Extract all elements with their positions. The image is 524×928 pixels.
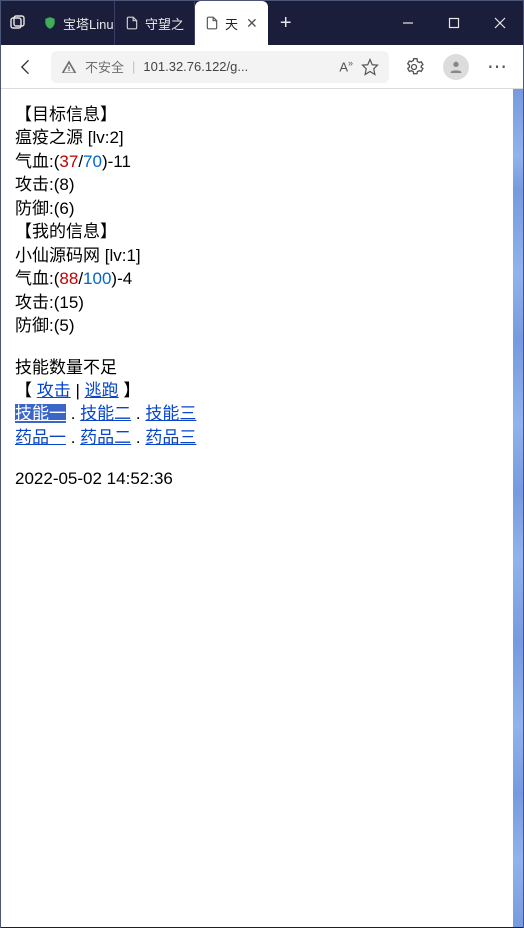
back-button[interactable]	[9, 50, 43, 84]
self-def: 防御:(5)	[15, 314, 503, 337]
favorite-icon[interactable]	[361, 58, 379, 76]
plus-icon: +	[280, 12, 292, 35]
tab-1[interactable]: 守望之	[115, 1, 195, 45]
close-icon[interactable]: ✕	[246, 15, 258, 32]
self-name: 小仙源码网	[15, 246, 100, 265]
new-tab-button[interactable]: +	[268, 1, 304, 45]
skills-row: 技能一 . 技能二 . 技能三	[15, 402, 503, 425]
target-def: 防御:(6)	[15, 197, 503, 220]
dot: .	[66, 428, 80, 447]
dot: .	[131, 428, 145, 447]
target-level: [lv:2]	[88, 128, 124, 147]
self-hp-max: 100	[83, 269, 111, 288]
address-bar[interactable]: 不安全 | 101.32.76.122/g... A»	[51, 51, 389, 83]
target-atk: 攻击:(8)	[15, 173, 503, 196]
skill-1-link[interactable]: 技能一	[15, 404, 66, 423]
read-aloud-icon[interactable]: A»	[339, 58, 353, 74]
tab-2-active[interactable]: 天 ✕	[195, 1, 268, 45]
bracket-close: 】	[119, 381, 141, 400]
target-name: 瘟疫之源	[15, 128, 83, 147]
tab-label: 宝塔Linu	[63, 14, 114, 33]
game-page: 【目标信息】 瘟疫之源 [lv:2] 气血:(37/70)-11 攻击:(8) …	[1, 89, 513, 501]
insecure-icon	[61, 59, 77, 75]
item-1-link[interactable]: 药品一	[15, 428, 66, 447]
notice-text: 技能数量不足	[15, 356, 503, 379]
dot: .	[131, 404, 145, 423]
profile-button[interactable]	[439, 50, 473, 84]
window-controls	[385, 1, 523, 45]
target-header: 【目标信息】	[15, 103, 503, 126]
titlebar-left-icons	[1, 1, 33, 45]
url-text: 101.32.76.122/g...	[143, 59, 331, 74]
skill-2-link[interactable]: 技能二	[80, 404, 131, 423]
hp-tail: )-11	[102, 152, 131, 171]
self-name-row: 小仙源码网 [lv:1]	[15, 244, 503, 267]
action-bar: |	[71, 381, 85, 400]
tab-0[interactable]: 宝塔Linu	[33, 1, 115, 45]
hp-label: 气血:(	[15, 269, 59, 288]
minimize-button[interactable]	[385, 1, 431, 45]
self-hp-current: 88	[59, 269, 78, 288]
hp-tail: )-4	[111, 269, 132, 288]
item-2-link[interactable]: 药品二	[80, 428, 131, 447]
self-atk: 攻击:(15)	[15, 291, 503, 314]
target-hp-current: 37	[59, 152, 78, 171]
maximize-button[interactable]	[431, 1, 477, 45]
tab-strip: 宝塔Linu 守望之 天 ✕ +	[33, 1, 385, 45]
window-titlebar: 宝塔Linu 守望之 天 ✕ +	[1, 1, 523, 45]
address-separator: |	[132, 59, 135, 74]
self-header: 【我的信息】	[15, 220, 503, 243]
flee-link[interactable]: 逃跑	[85, 381, 119, 400]
item-3-link[interactable]: 药品三	[145, 428, 196, 447]
avatar-icon	[443, 54, 469, 80]
tab-label: 守望之	[145, 14, 184, 33]
target-hp-row: 气血:(37/70)-11	[15, 150, 503, 173]
items-row: 药品一 . 药品二 . 药品三	[15, 426, 503, 449]
target-name-row: 瘟疫之源 [lv:2]	[15, 126, 503, 149]
page-content: 【目标信息】 瘟疫之源 [lv:2] 气血:(37/70)-11 攻击:(8) …	[1, 89, 513, 927]
attack-link[interactable]: 攻击	[37, 381, 71, 400]
skill-3-link[interactable]: 技能三	[145, 404, 196, 423]
page-viewport: 【目标信息】 瘟疫之源 [lv:2] 气血:(37/70)-11 攻击:(8) …	[1, 89, 523, 927]
action-row: 【 攻击 | 逃跑 】	[15, 379, 503, 402]
close-window-button[interactable]	[477, 1, 523, 45]
target-hp-max: 70	[83, 152, 102, 171]
shield-icon	[43, 16, 57, 30]
insecure-label: 不安全	[85, 57, 124, 76]
dot: .	[66, 404, 80, 423]
page-icon	[205, 16, 219, 30]
more-button[interactable]: ⋯	[481, 50, 515, 84]
timestamp: 2022-05-02 14:52:36	[15, 467, 503, 490]
hp-label: 气血:(	[15, 152, 59, 171]
bracket-open: 【	[15, 381, 37, 400]
browser-toolbar: 不安全 | 101.32.76.122/g... A» ⋯	[1, 45, 523, 89]
self-level: [lv:1]	[105, 246, 141, 265]
self-hp-row: 气血:(88/100)-4	[15, 267, 503, 290]
tab-label: 天	[225, 14, 238, 33]
page-icon	[125, 16, 139, 30]
right-sidebar-glimpse	[513, 89, 523, 927]
tab-actions-icon[interactable]	[9, 15, 25, 31]
extensions-button[interactable]	[397, 50, 431, 84]
